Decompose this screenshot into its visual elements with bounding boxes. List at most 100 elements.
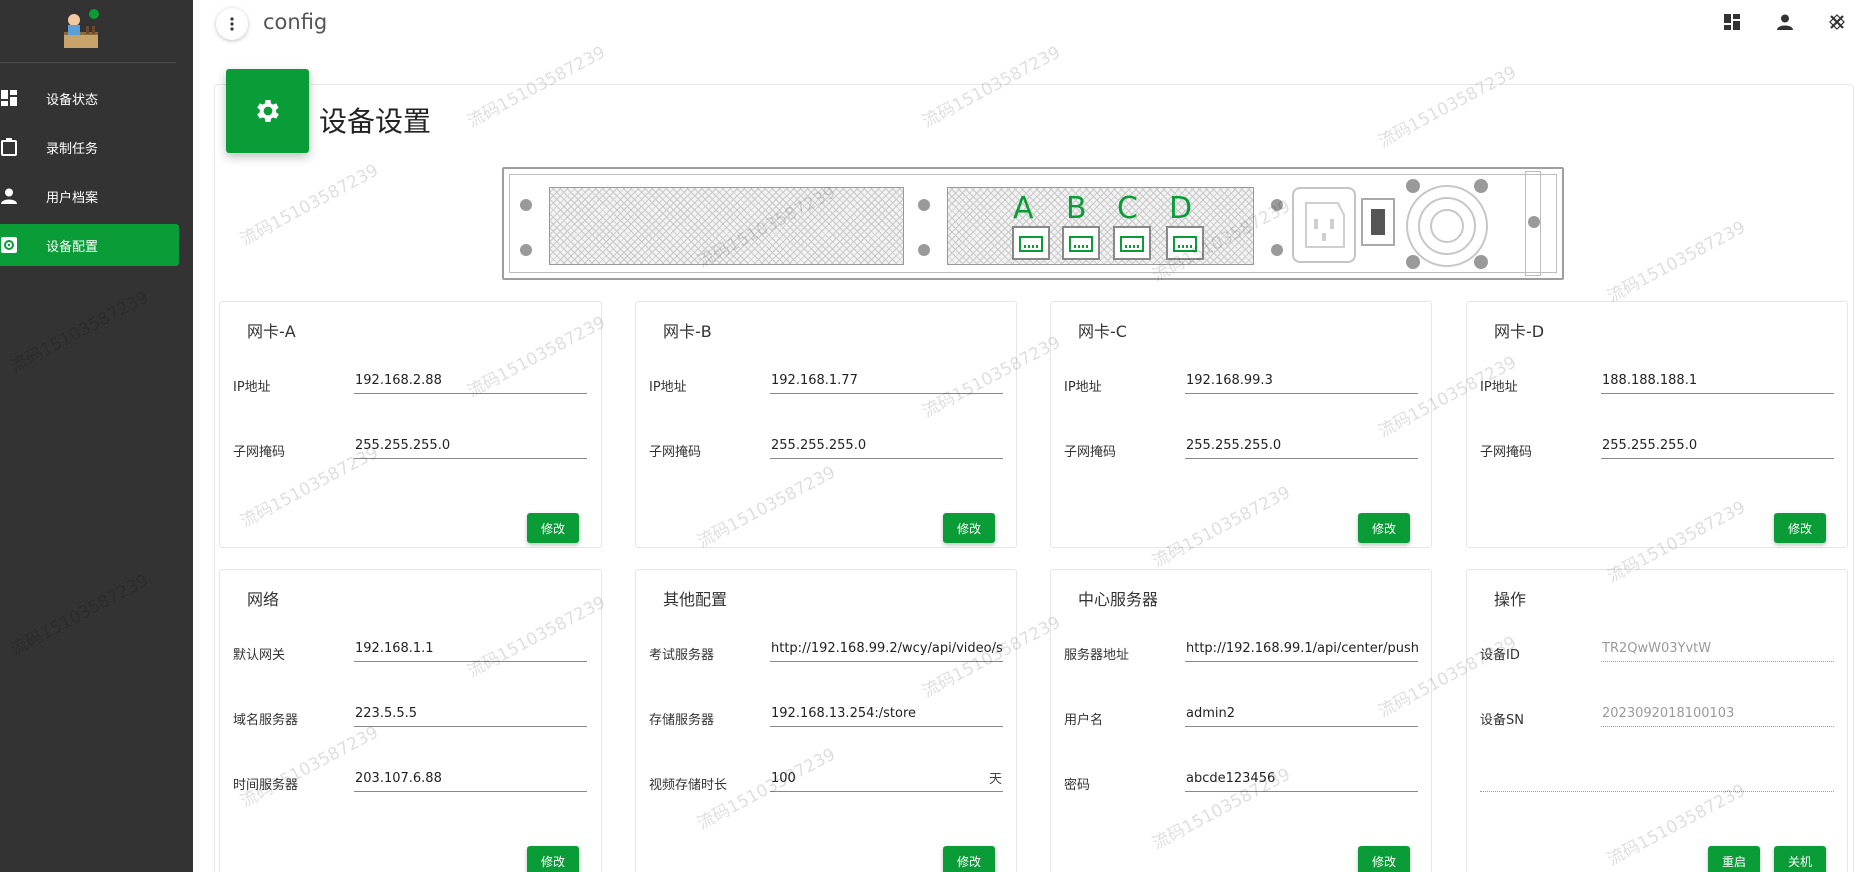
mask-label: 子网掩码 [233, 445, 286, 460]
screw [1406, 255, 1420, 269]
close-icon[interactable] [1827, 12, 1847, 32]
mask-label: 子网掩码 [1480, 445, 1533, 460]
ntp-label: 时间服务器 [233, 778, 299, 793]
nic-card-d: 网卡-D IP地址 188.188.188.1 子网掩码 255.255.255… [1466, 301, 1848, 548]
sidebar-item-device-config[interactable]: 设备配置 [0, 224, 179, 266]
app-root: 设备状态 录制任务 用户档案 设备配置 config 设备设置 A B C D … [0, 0, 1865, 872]
ip-label: IP地址 [649, 380, 687, 395]
sidebar-item-user-profiles[interactable]: 用户档案 [0, 175, 179, 217]
device-id-label: 设备ID [1480, 648, 1520, 663]
card-title: 网卡-A [247, 322, 296, 341]
mask-input[interactable]: 255.255.255.0 [1185, 437, 1418, 459]
device-sn-input: 2023092018100103 [1601, 705, 1834, 727]
device-id-input: TR2QwW03YvtW [1601, 640, 1834, 662]
settings-box-icon [0, 236, 18, 254]
storage-server-input[interactable]: 192.168.13.254:/store [770, 705, 1003, 727]
ip-label: IP地址 [233, 380, 271, 395]
ethernet-port-c [1113, 226, 1151, 260]
ethernet-port-b [1062, 226, 1100, 260]
mask-input[interactable]: 255.255.255.0 [354, 437, 587, 459]
sidebar-item-recording-tasks[interactable]: 录制任务 [0, 126, 179, 168]
exam-server-input[interactable]: http://192.168.99.2/wcy/api/video/se [770, 640, 1003, 662]
gateway-input[interactable]: 192.168.1.1 [354, 640, 587, 662]
settings-badge [226, 69, 309, 153]
device-front-panel: A B C D [502, 167, 1564, 280]
app-logo [60, 8, 106, 50]
gateway-label: 默认网关 [233, 648, 286, 663]
ip-label: IP地址 [1480, 380, 1518, 395]
restart-button[interactable]: 重启 [1708, 846, 1761, 872]
ip-input[interactable]: 192.168.1.77 [770, 372, 1003, 394]
more-menu-button[interactable] [216, 8, 248, 40]
sidebar: 设备状态 录制任务 用户档案 设备配置 [0, 0, 193, 872]
password-label: 密码 [1064, 778, 1091, 793]
sidebar-item-label: 用户档案 [46, 190, 99, 206]
dns-label: 域名服务器 [233, 713, 299, 728]
port-label: A [1013, 191, 1034, 226]
fan-grill [1406, 185, 1488, 267]
dashboard-icon[interactable] [1722, 12, 1742, 32]
retention-unit: 天 [989, 772, 1003, 787]
ip-input[interactable]: 192.168.2.88 [354, 372, 587, 394]
person-icon[interactable] [1775, 12, 1795, 32]
ip-label: IP地址 [1064, 380, 1102, 395]
blank-field [1480, 770, 1834, 792]
modify-button[interactable]: 修改 [943, 513, 996, 543]
username-label: 用户名 [1064, 713, 1104, 728]
modify-button[interactable]: 修改 [943, 846, 996, 872]
ntp-input[interactable]: 203.107.6.88 [354, 770, 587, 792]
modify-button[interactable]: 修改 [1358, 513, 1411, 543]
dashboard-icon [0, 89, 18, 107]
screw [1474, 255, 1488, 269]
storage-server-label: 存储服务器 [649, 713, 715, 728]
network-card: 网络 默认网关 192.168.1.1 域名服务器 223.5.5.5 时间服务… [219, 569, 602, 872]
dns-input[interactable]: 223.5.5.5 [354, 705, 587, 727]
server-address-input[interactable]: http://192.168.99.1/api/center/pushf [1185, 640, 1418, 662]
clipboard-icon [0, 138, 18, 156]
mask-label: 子网掩码 [649, 445, 702, 460]
mask-input[interactable]: 255.255.255.0 [1601, 437, 1834, 459]
retention-input[interactable]: 100 [770, 770, 1003, 792]
modify-button[interactable]: 修改 [1358, 846, 1411, 872]
ethernet-port-a [1012, 226, 1050, 260]
mask-input[interactable]: 255.255.255.0 [770, 437, 1003, 459]
card-title: 操作 [1494, 590, 1527, 609]
sidebar-item-label: 设备状态 [46, 92, 99, 108]
screw [520, 244, 532, 256]
ip-input[interactable]: 192.168.99.3 [1185, 372, 1418, 394]
more-vert-icon [230, 17, 234, 31]
retention-label: 视频存储时长 [649, 778, 728, 793]
operations-card: 操作 设备ID TR2QwW03YvtW 设备SN 20230920181001… [1466, 569, 1848, 872]
screw [1474, 179, 1488, 193]
center-server-card: 中心服务器 服务器地址 http://192.168.99.1/api/cent… [1050, 569, 1432, 872]
card-title: 其他配置 [663, 590, 728, 609]
page-name: config [263, 10, 328, 34]
modify-button[interactable]: 修改 [527, 513, 580, 543]
screw [520, 199, 532, 211]
gear-icon [256, 100, 279, 122]
card-title: 网络 [247, 590, 280, 609]
card-title: 中心服务器 [1078, 590, 1159, 609]
person-icon [0, 187, 18, 205]
ethernet-port-d [1166, 226, 1204, 260]
ip-input[interactable]: 188.188.188.1 [1601, 372, 1834, 394]
port-panel [947, 187, 1254, 265]
port-label: C [1117, 191, 1138, 226]
vent-panel [549, 187, 904, 265]
nic-card-a: 网卡-A IP地址 192.168.2.88 子网掩码 255.255.255.… [219, 301, 602, 548]
password-input[interactable]: abcde123456 [1185, 770, 1418, 792]
sidebar-item-label: 设备配置 [46, 239, 99, 255]
sidebar-item-label: 录制任务 [46, 141, 99, 157]
nic-card-c: 网卡-C IP地址 192.168.99.3 子网掩码 255.255.255.… [1050, 301, 1432, 548]
modify-button[interactable]: 修改 [527, 846, 580, 872]
screw [1406, 179, 1420, 193]
port-label: B [1066, 191, 1087, 226]
screw [1528, 216, 1540, 228]
nic-card-b: 网卡-B IP地址 192.168.1.77 子网掩码 255.255.255.… [635, 301, 1017, 548]
exam-server-label: 考试服务器 [649, 648, 715, 663]
username-input[interactable]: admin2 [1185, 705, 1418, 727]
sidebar-item-device-status[interactable]: 设备状态 [0, 77, 179, 119]
modify-button[interactable]: 修改 [1774, 513, 1827, 543]
card-title: 网卡-C [1078, 322, 1127, 341]
shutdown-button[interactable]: 关机 [1774, 846, 1827, 872]
